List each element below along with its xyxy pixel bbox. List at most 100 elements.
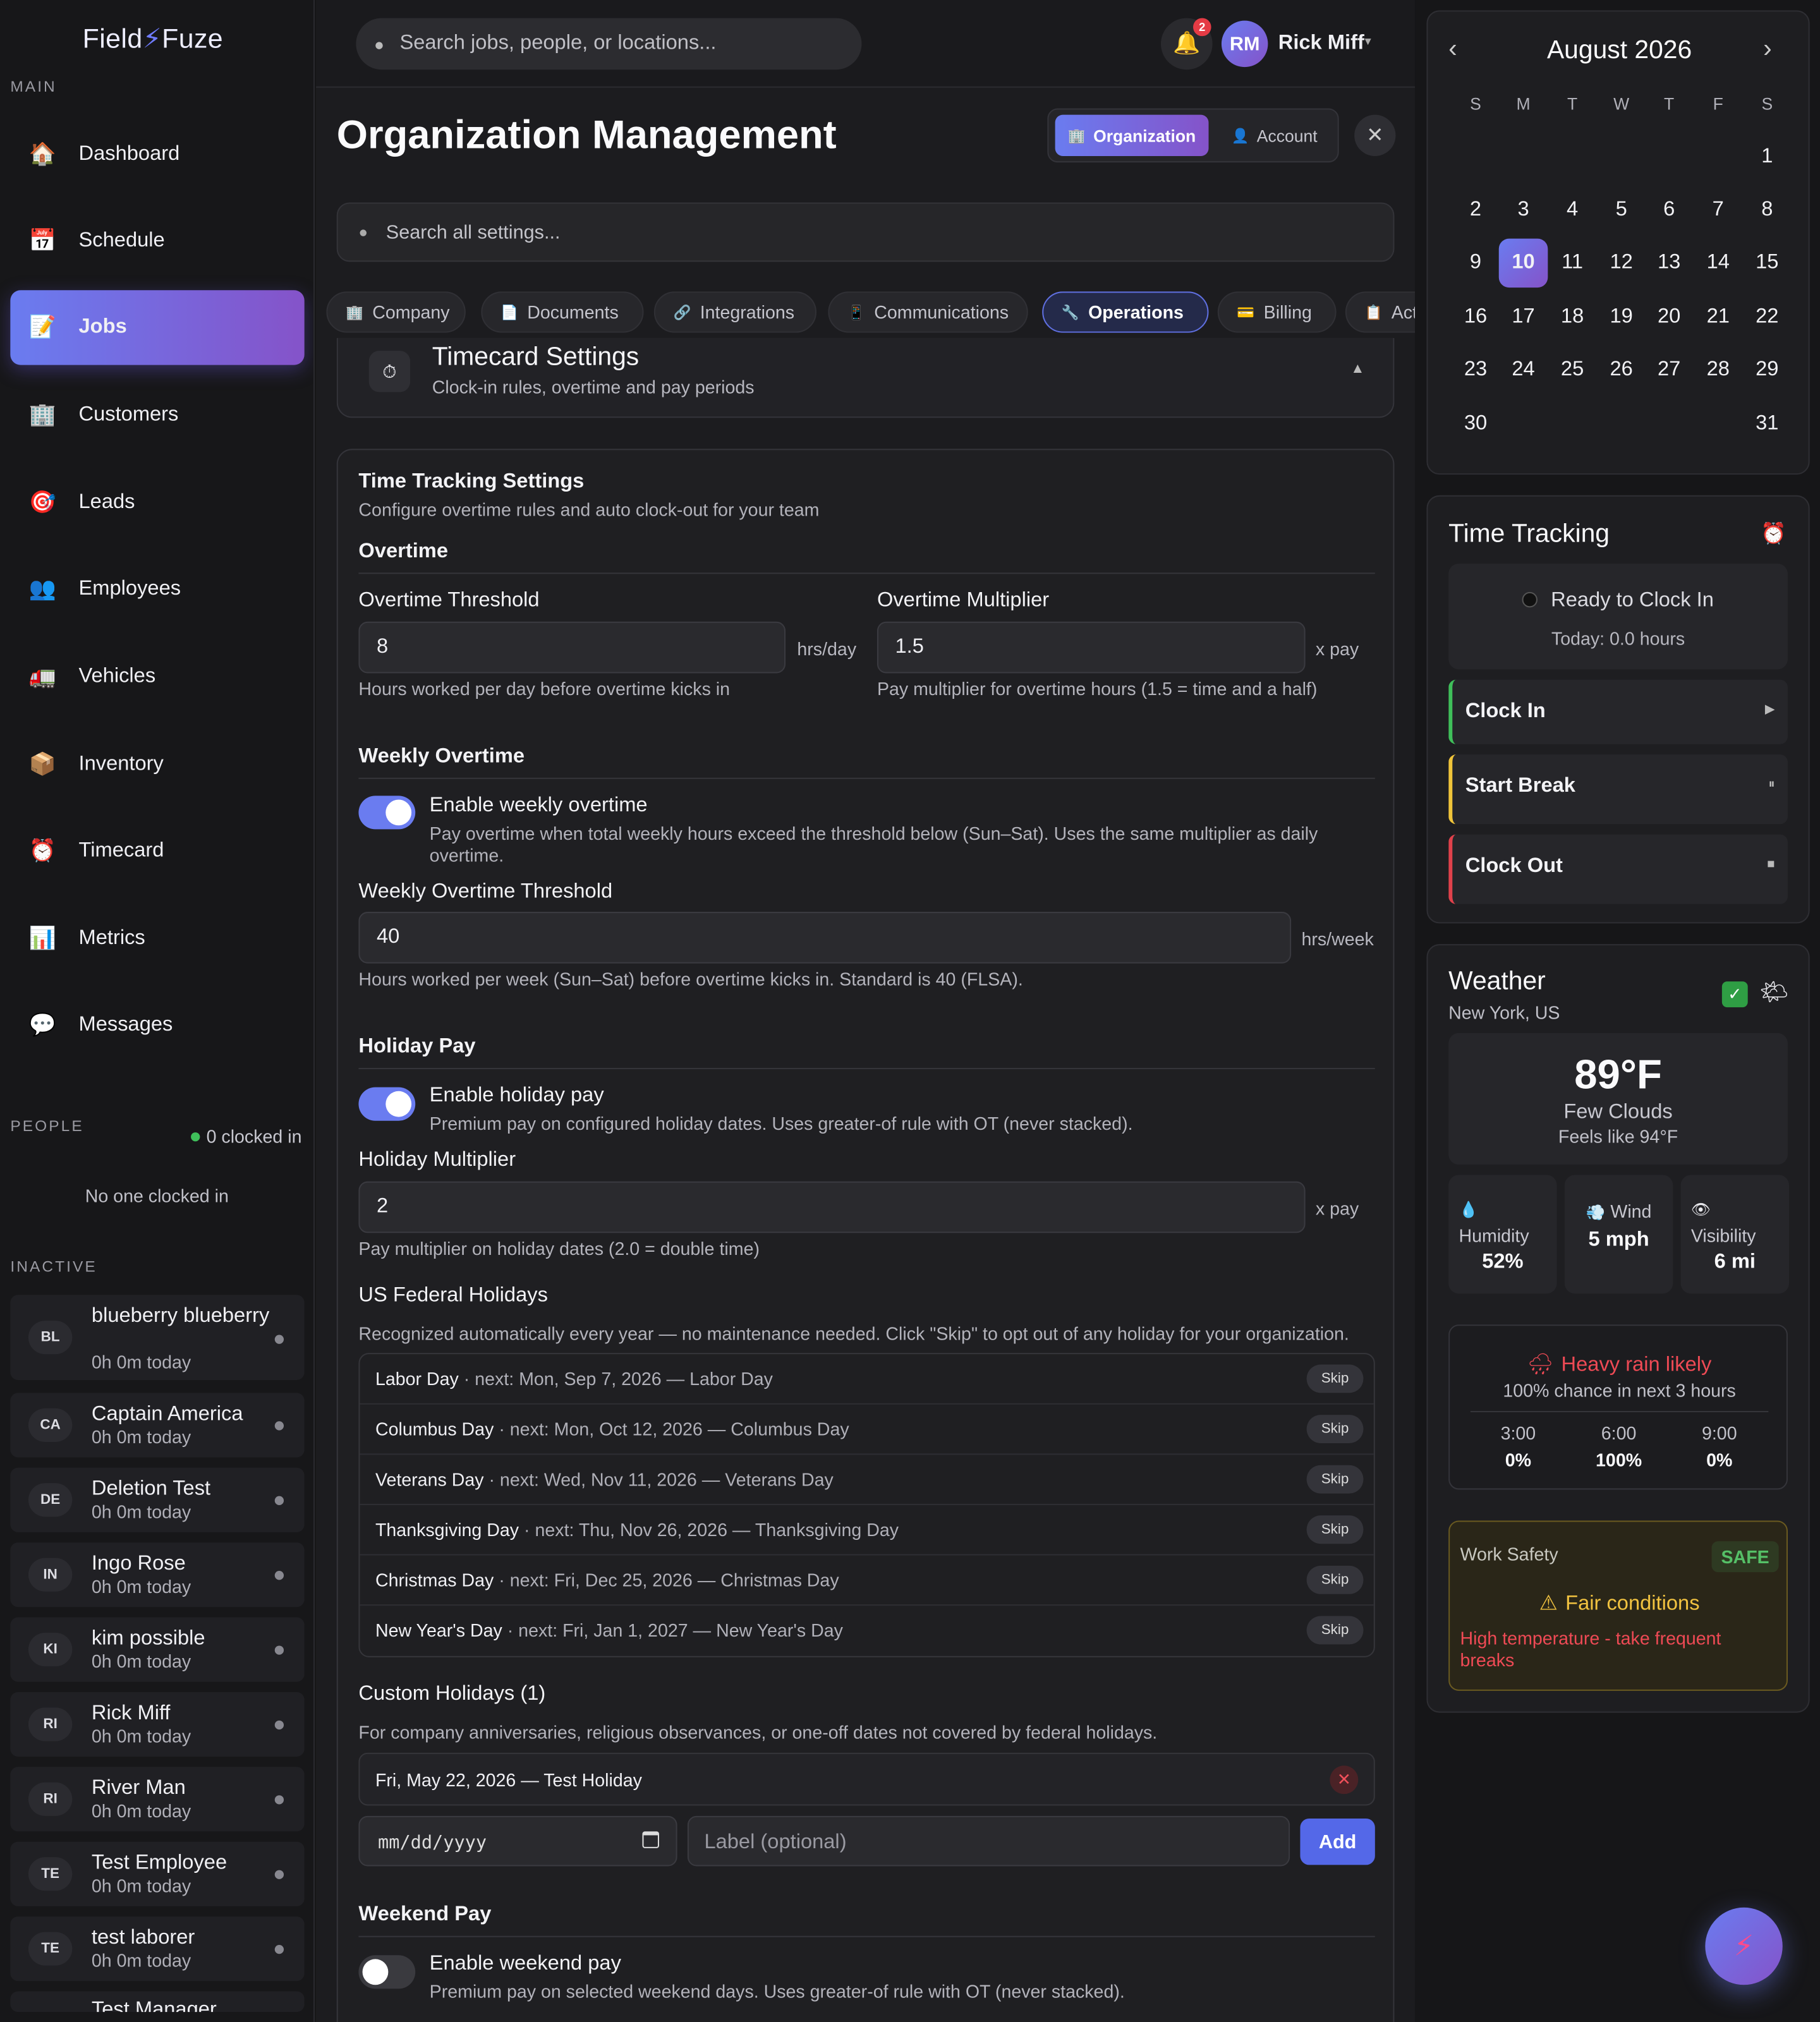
account-tab-button[interactable]: 👤 Account [1214, 115, 1335, 156]
sidebar-item-leads[interactable]: 🎯 Leads [10, 466, 304, 540]
sidebar-item-messages[interactable]: 💬 Messages [10, 988, 304, 1062]
calendar-day[interactable]: 15 [1745, 241, 1789, 285]
overtime-threshold-label: Overtime Threshold [358, 589, 540, 612]
employee-row[interactable]: KI kim possible 0h 0m today [10, 1617, 305, 1682]
weekend-pay-toggle-label: Enable weekend pay [429, 1952, 621, 1975]
quick-action-button[interactable]: ⚡ [1705, 1907, 1783, 1985]
sidebar-item-metrics[interactable]: 📊 Metrics [10, 902, 304, 976]
app-logo[interactable]: Field⚡Fuze [83, 23, 223, 56]
tab-activity[interactable]: 📋 Act [1345, 291, 1416, 333]
chevron-up-icon[interactable]: ▲ [1350, 361, 1364, 377]
chevron-right-icon[interactable]: › [1763, 35, 1772, 64]
global-search-input[interactable] [399, 32, 826, 56]
skip-button[interactable]: Skip [1306, 1565, 1364, 1594]
holiday-date-input[interactable]: mm/dd/yyyy [358, 1815, 677, 1867]
status-dot [274, 1944, 284, 1954]
sidebar-item-timecard[interactable]: ⏰ Timecard [10, 814, 304, 888]
calendar-day[interactable]: 29 [1745, 348, 1789, 392]
calendar-day[interactable]: 26 [1599, 348, 1643, 392]
sidebar-item-schedule[interactable]: 📅 Schedule [10, 203, 304, 278]
start-break-button[interactable]: Start Break ⏸ [1448, 754, 1788, 825]
holiday-pay-toggle[interactable] [358, 1087, 416, 1121]
skip-button[interactable]: Skip [1306, 1465, 1364, 1494]
tab-integrations[interactable]: 🔗 Integrations [653, 291, 817, 333]
sidebar-item-inventory[interactable]: 📦 Inventory [10, 727, 304, 802]
settings-search-input[interactable] [385, 221, 1289, 243]
stop-icon: ■ [1767, 857, 1775, 872]
weekend-pay-toggle[interactable] [358, 1955, 416, 1989]
calendar-day[interactable]: 23 [1453, 348, 1497, 392]
calendar-day[interactable]: 7 [1696, 188, 1740, 232]
timecard-settings-header[interactable]: ⏱ Timecard Settings Clock-in rules, over… [336, 337, 1395, 418]
tab-communications[interactable]: 📱 Communications [828, 291, 1028, 333]
calendar-day[interactable]: 9 [1453, 241, 1497, 285]
calendar-day[interactable]: 2 [1453, 188, 1497, 232]
calendar-day[interactable]: 20 [1647, 295, 1690, 339]
employee-row[interactable]: RI River Man 0h 0m today [10, 1767, 305, 1832]
delete-icon[interactable]: ✕ [1330, 1765, 1359, 1795]
calendar-day[interactable]: 16 [1453, 295, 1497, 339]
employee-row[interactable]: TE test laborer 0h 0m today [10, 1916, 305, 1982]
user-name[interactable]: Rick Miff [1278, 32, 1364, 56]
employee-row[interactable]: TE Test Employee 0h 0m today [10, 1841, 305, 1906]
tab-documents[interactable]: 📄 Documents [481, 291, 644, 333]
weekly-threshold-input[interactable]: 40 [358, 912, 1292, 964]
chevron-down-icon[interactable]: ▾ [1364, 35, 1371, 49]
calendar-day[interactable]: 22 [1745, 295, 1789, 339]
employee-row[interactable]: Test Manager [10, 1991, 305, 2013]
calendar-day[interactable]: 13 [1647, 241, 1690, 285]
calendar-day[interactable]: 30 [1453, 403, 1497, 446]
employee-row[interactable]: DE Deletion Test 0h 0m today [10, 1467, 305, 1532]
calendar-day[interactable]: 24 [1502, 348, 1545, 392]
calendar-day[interactable]: 14 [1696, 241, 1740, 285]
calendar-day[interactable]: 4 [1550, 188, 1594, 232]
sidebar-item-customers[interactable]: 🏢 Customers [10, 378, 304, 452]
calendar-day[interactable]: 5 [1599, 188, 1643, 232]
sidebar-item-jobs[interactable]: 📝 Jobs [10, 290, 305, 365]
calendar-day[interactable]: 8 [1745, 188, 1789, 232]
calendar-day[interactable]: 27 [1647, 348, 1690, 392]
calendar-day[interactable]: 1 [1745, 135, 1789, 179]
calendar-day[interactable]: 3 [1502, 188, 1545, 232]
sidebar-item-dashboard[interactable]: 🏠 Dashboard [10, 118, 304, 192]
organization-tab-button[interactable]: 🏢 Organization [1055, 114, 1209, 156]
overtime-threshold-input[interactable]: 8 [358, 621, 786, 674]
tab-billing[interactable]: 💳 Billing [1217, 291, 1337, 333]
holiday-label-input[interactable]: Label (optional) [687, 1815, 1290, 1867]
calendar-day[interactable]: 25 [1550, 348, 1594, 392]
overtime-multiplier-input[interactable]: 1.5 [877, 621, 1306, 674]
calendar-day[interactable]: 11 [1550, 241, 1594, 285]
calendar-day[interactable]: 18 [1550, 295, 1594, 339]
employee-row[interactable]: BL blueberry blueberry 0h 0m today [10, 1295, 305, 1380]
employee-row[interactable]: IN Ingo Rose 0h 0m today [10, 1542, 305, 1607]
employee-row[interactable]: RI Rick Miff 0h 0m today [10, 1692, 305, 1757]
sidebar-item-employees[interactable]: 👥 Employees [10, 552, 304, 627]
tab-operations[interactable]: 🔧 Operations [1042, 291, 1209, 333]
calendar-day[interactable]: 12 [1599, 241, 1643, 285]
tab-company[interactable]: 🏢 Company [326, 291, 466, 333]
calendar-icon[interactable] [642, 1831, 660, 1848]
skip-button[interactable]: Skip [1306, 1364, 1364, 1393]
sidebar-item-vehicles[interactable]: 🚛 Vehicles [10, 639, 304, 714]
calendar-day[interactable]: 17 [1502, 295, 1545, 339]
settings-search[interactable]: ● [336, 202, 1395, 262]
holiday-multiplier-input[interactable]: 2 [358, 1181, 1306, 1233]
calendar-day[interactable]: 21 [1696, 295, 1740, 339]
clock-out-button[interactable]: Clock Out ■ [1448, 834, 1788, 904]
user-avatar[interactable]: RM [1221, 20, 1268, 68]
calendar-day[interactable]: 28 [1696, 348, 1740, 392]
weekly-overtime-toggle[interactable] [358, 796, 416, 830]
building-icon: 🏢 [28, 402, 56, 427]
add-holiday-button[interactable]: Add [1300, 1818, 1375, 1865]
calendar-day-selected[interactable]: 10 [1498, 238, 1548, 288]
clock-in-button[interactable]: Clock In ▶ [1448, 679, 1788, 744]
skip-button[interactable]: Skip [1306, 1415, 1364, 1443]
employee-row[interactable]: CA Captain America 0h 0m today [10, 1393, 305, 1458]
calendar-day[interactable]: 19 [1599, 295, 1643, 339]
calendar-day[interactable]: 31 [1745, 403, 1789, 446]
close-button[interactable]: ✕ [1354, 114, 1396, 156]
global-search[interactable]: ● [356, 18, 862, 70]
skip-button[interactable]: Skip [1306, 1616, 1364, 1645]
calendar-day[interactable]: 6 [1647, 188, 1690, 232]
skip-button[interactable]: Skip [1306, 1515, 1364, 1544]
